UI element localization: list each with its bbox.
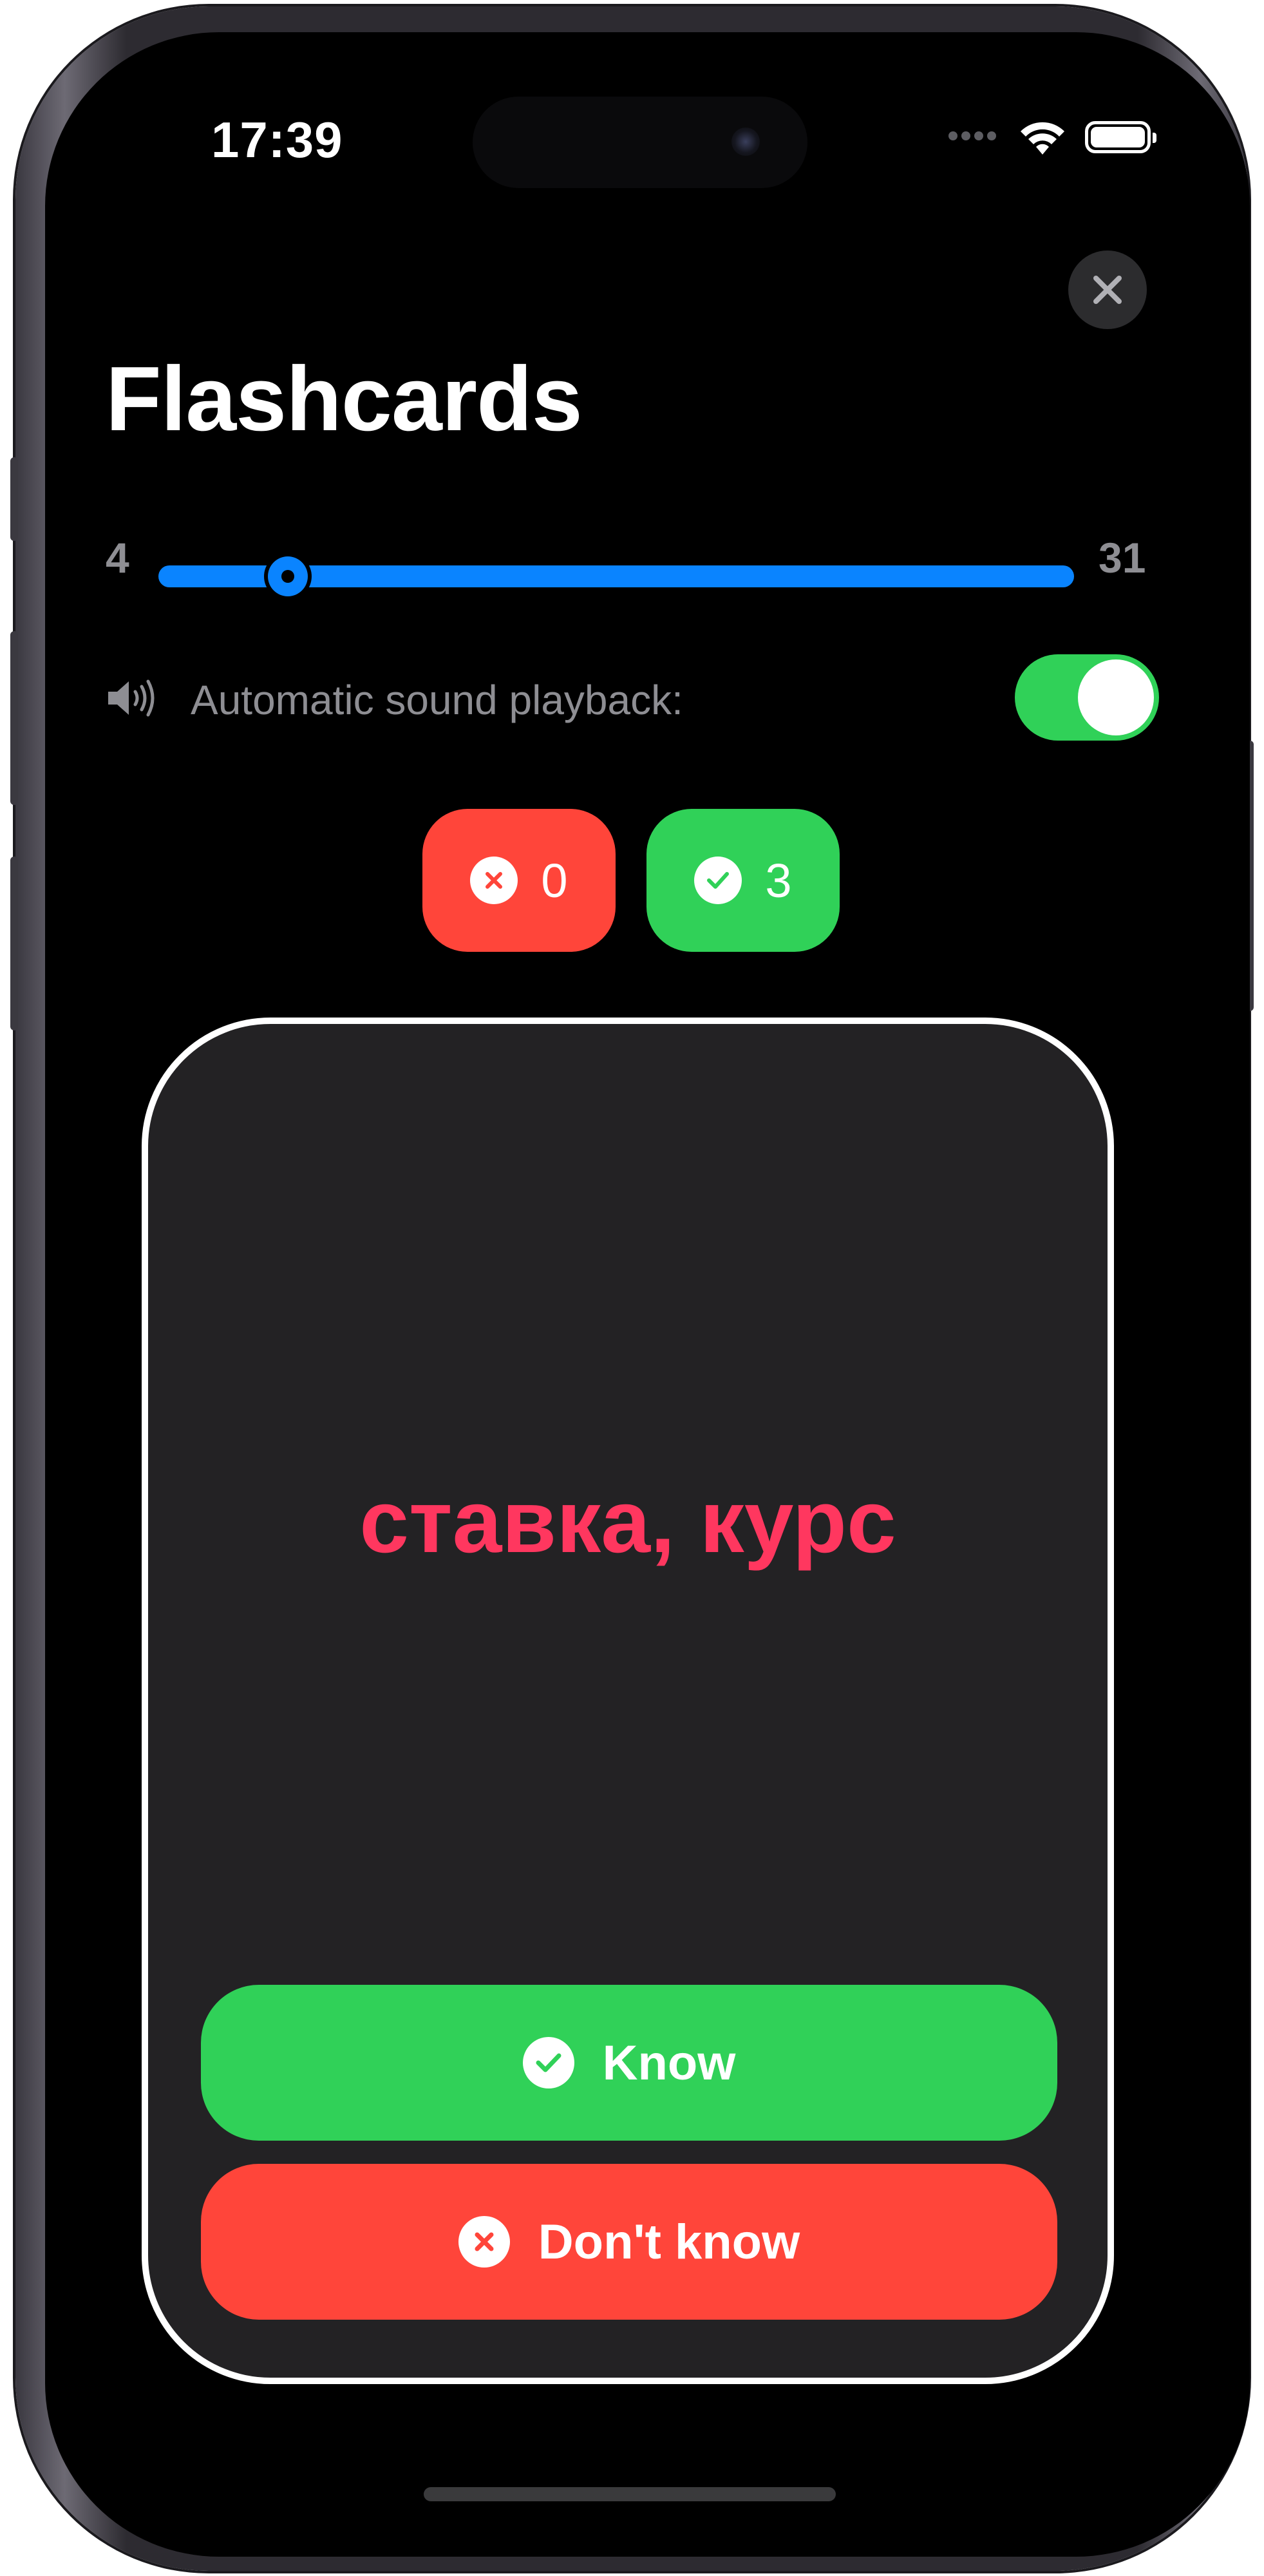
x-circle-icon	[458, 2216, 510, 2268]
volume-up-button	[10, 631, 18, 805]
status-icons	[948, 118, 1156, 156]
range-min-label: 4	[106, 534, 129, 582]
x-circle-icon	[470, 857, 518, 904]
speaker-icon	[106, 677, 157, 722]
signal-dots-icon	[948, 131, 1000, 144]
app-screen: 17:39 Flashcards 4 31 Automatic sound pl…	[61, 46, 1234, 2543]
dont-know-label: Don't know	[538, 2214, 800, 2269]
close-icon	[1093, 276, 1122, 304]
know-button[interactable]: Know	[201, 1985, 1057, 2141]
auto-sound-label: Automatic sound playback:	[191, 677, 683, 723]
wrong-count-badge: 0	[422, 809, 616, 952]
range-max-label: 31	[1099, 534, 1146, 582]
auto-sound-toggle[interactable]	[1015, 654, 1159, 741]
know-label: Know	[602, 2035, 736, 2090]
volume-down-button	[10, 857, 18, 1030]
action-button	[10, 457, 18, 541]
page-title: Flashcards	[106, 348, 583, 450]
toggle-knob	[1078, 659, 1154, 735]
home-indicator[interactable]	[424, 2487, 836, 2501]
close-button[interactable]	[1068, 251, 1147, 329]
right-count: 3	[765, 853, 792, 907]
dynamic-island	[473, 97, 807, 188]
range-slider-thumb[interactable]	[268, 556, 308, 596]
battery-icon	[1085, 121, 1156, 153]
flashcard[interactable]: ставка, курс Know Don't know	[142, 1018, 1114, 2384]
check-circle-icon	[522, 2037, 574, 2088]
dont-know-button[interactable]: Don't know	[201, 2164, 1057, 2320]
front-camera	[731, 128, 760, 156]
card-word: ставка, курс	[359, 1472, 896, 1571]
check-circle-icon	[694, 857, 742, 904]
status-time: 17:39	[211, 111, 343, 168]
wifi-icon	[1021, 122, 1064, 155]
wrong-count: 0	[541, 853, 568, 907]
right-count-badge: 3	[646, 809, 840, 952]
